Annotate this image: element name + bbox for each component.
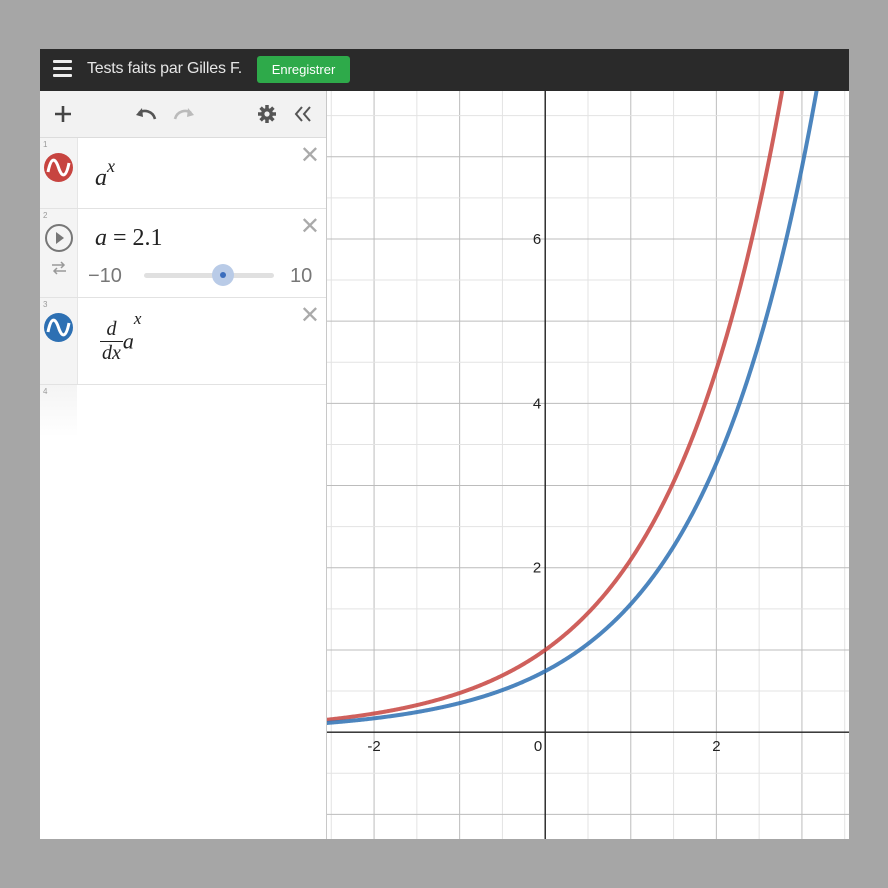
- formula-exponent: x: [133, 309, 142, 329]
- loop-icon[interactable]: [50, 261, 68, 275]
- redo-icon[interactable]: [170, 100, 198, 128]
- row-number: 2: [43, 211, 48, 220]
- app-window: Tests faits par Gilles F. Enregistrer 1 …: [40, 49, 849, 839]
- formula-exponent: x: [107, 156, 115, 176]
- save-button[interactable]: Enregistrer: [257, 56, 350, 83]
- slider-max-label[interactable]: 10: [290, 265, 312, 288]
- derivative-denominator: dx: [100, 341, 123, 364]
- row-number: 4: [43, 387, 48, 396]
- row-gutter: 3: [40, 298, 78, 384]
- top-bar: Tests faits par Gilles F. Enregistrer: [40, 49, 849, 91]
- y-tick-label: 6: [533, 231, 541, 248]
- graph-svg[interactable]: -2 0 2 2 4 6: [325, 49, 849, 839]
- expression-formula[interactable]: d dx ax: [100, 309, 141, 365]
- delete-expression-icon[interactable]: ✕: [300, 144, 320, 168]
- slider-row[interactable]: 2 a = 2.1 −10 10 ✕: [40, 209, 326, 298]
- slider-track[interactable]: [144, 273, 274, 278]
- row-gutter: 1: [40, 138, 78, 208]
- equals-sign: =: [113, 225, 127, 251]
- x-tick-label: 2: [712, 738, 720, 755]
- slider-value: 2.1: [132, 225, 163, 251]
- double-chevron-left-icon[interactable]: [289, 100, 317, 128]
- x-tick-label: -2: [367, 738, 380, 755]
- expression-row[interactable]: 3 d dx ax ✕: [40, 298, 326, 385]
- empty-expression-row[interactable]: 4: [40, 385, 77, 437]
- gear-icon[interactable]: [253, 100, 281, 128]
- series-curve-1: [325, 49, 792, 722]
- undo-icon[interactable]: [132, 100, 160, 128]
- derivative-numerator: d: [106, 318, 117, 340]
- x-tick-label: 0: [534, 738, 542, 755]
- expression-toolbar: [40, 91, 326, 138]
- formula-base: a: [95, 165, 107, 191]
- graph-wave-icon[interactable]: [43, 312, 74, 343]
- graph-paper[interactable]: -2 0 2 2 4 6: [325, 49, 849, 839]
- row-gutter: 2: [40, 209, 78, 297]
- formula-base: a: [122, 328, 134, 354]
- graph-wave-icon[interactable]: [43, 152, 74, 183]
- play-icon[interactable]: [44, 223, 74, 253]
- y-tick-label: 2: [533, 560, 541, 577]
- slider-variable: a: [95, 225, 107, 251]
- expression-row[interactable]: 1 ax ✕: [40, 138, 326, 209]
- row-number: 1: [43, 140, 48, 149]
- slider-min-label[interactable]: −10: [88, 265, 122, 288]
- graph-title: Tests faits par Gilles F.: [87, 60, 243, 77]
- y-tick-label: 4: [533, 395, 541, 412]
- expression-panel: 1 ax ✕ 2 a = 2.1 −10 10 ✕ 3 d dx ax ✕ 4: [40, 91, 327, 839]
- plus-icon[interactable]: [49, 100, 77, 128]
- delete-expression-icon[interactable]: ✕: [300, 304, 320, 328]
- series-curve-2: [325, 49, 826, 725]
- expression-formula[interactable]: ax: [95, 156, 115, 192]
- row-number: 3: [43, 300, 48, 309]
- slider-formula[interactable]: a = 2.1: [95, 225, 163, 252]
- delete-expression-icon[interactable]: ✕: [300, 215, 320, 239]
- slider-handle[interactable]: [212, 264, 234, 286]
- menu-icon[interactable]: [53, 60, 72, 79]
